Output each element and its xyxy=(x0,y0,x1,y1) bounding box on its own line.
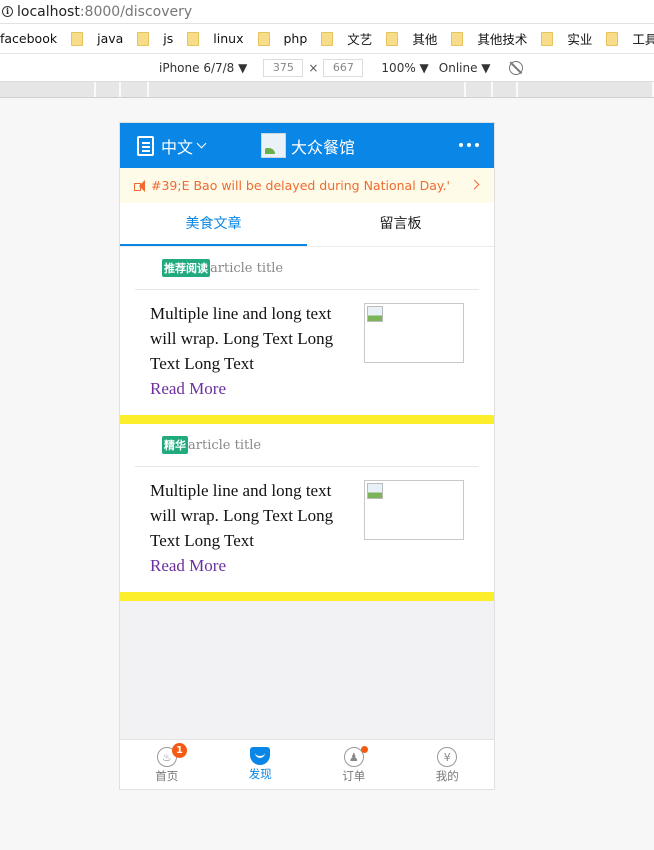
tab-label: 订单 xyxy=(342,769,366,783)
article-text: Multiple line and long text will wrap. L… xyxy=(150,301,359,402)
bookmark-java[interactable]: java xyxy=(71,24,137,53)
read-more-link[interactable]: Read More xyxy=(150,553,359,578)
tab-food-articles[interactable]: 美食文章 xyxy=(120,203,307,246)
width-input[interactable]: 375 xyxy=(263,58,304,77)
bookmark-facebook[interactable]: facebook xyxy=(0,24,71,53)
article-card[interactable]: 推荐阅读 article title Multiple line and lon… xyxy=(120,247,494,424)
tab-label: 我的 xyxy=(435,769,459,783)
bookmark-shiye[interactable]: 实业 xyxy=(541,24,606,53)
folder-icon xyxy=(451,31,464,46)
brand: 大众餐馆 xyxy=(261,133,355,158)
more-icon[interactable] xyxy=(459,143,479,147)
bookmarks-bar: facebook java js linux php 文艺 其他 其他技术 实业… xyxy=(0,24,654,54)
ruler-segment[interactable] xyxy=(149,82,466,97)
ruler-segment[interactable] xyxy=(121,82,149,97)
device-toolbar: iPhone 6/7/8 ▼ 375 × 667 100% ▼ Online ▼ xyxy=(0,54,654,82)
media-query-ruler xyxy=(0,82,654,98)
tab-discover[interactable]: 发现 xyxy=(214,740,308,789)
info-icon[interactable]: i xyxy=(2,6,13,17)
folder-icon xyxy=(71,31,84,46)
logo-image xyxy=(261,133,286,158)
article-tag: 精华 xyxy=(162,436,188,454)
bookmark-wenyi[interactable]: 文艺 xyxy=(321,24,386,53)
notice-bar[interactable]: #39;E Bao will be delayed during Nationa… xyxy=(120,168,494,203)
device-select[interactable]: iPhone 6/7/8 ▼ xyxy=(159,61,247,75)
document-icon[interactable] xyxy=(137,135,154,156)
bookmark-qita[interactable]: 其他 xyxy=(386,24,451,53)
article-image[interactable] xyxy=(364,480,464,540)
ruler-segment[interactable] xyxy=(493,82,518,97)
read-more-link[interactable]: Read More xyxy=(150,376,359,401)
folder-icon xyxy=(386,31,399,46)
rotate-icon[interactable] xyxy=(508,60,523,75)
yen-icon: ¥ xyxy=(437,747,458,767)
language-select[interactable]: 中文 xyxy=(161,134,193,158)
notification-badge: 1 xyxy=(172,743,187,758)
notice-text: #39;E Bao will be delayed during Nationa… xyxy=(151,178,450,193)
article-title[interactable]: article title xyxy=(210,261,283,276)
article-card[interactable]: 精华 article title Multiple line and long … xyxy=(120,424,494,601)
height-input[interactable]: 667 xyxy=(323,58,364,77)
bookmark-linux[interactable]: linux xyxy=(187,24,257,53)
article-title[interactable]: article title xyxy=(188,438,261,453)
address-bar[interactable]: i localhost:8000/discovery xyxy=(0,0,654,24)
article-header: 精华 article title xyxy=(135,424,479,467)
chevron-down-icon[interactable] xyxy=(196,138,207,149)
article-header: 推荐阅读 article title xyxy=(135,247,479,290)
article-tag: 推荐阅读 xyxy=(162,259,210,277)
ruler-segment[interactable] xyxy=(518,82,654,97)
article-body: Multiple line and long text will wrap. L… xyxy=(120,467,494,592)
zoom-select[interactable]: 100% ▼ xyxy=(381,61,428,75)
article-summary: Multiple line and long text will wrap. L… xyxy=(150,481,334,550)
bottom-tab-bar: ♨ 首页 1 发现 ♟ 订单 ¥ 我的 xyxy=(120,739,494,789)
tab-message-board[interactable]: 留言板 xyxy=(307,203,494,246)
article-image[interactable] xyxy=(364,303,464,363)
ruler-segment[interactable] xyxy=(466,82,493,97)
dimension-separator: × xyxy=(308,60,319,75)
unread-dot xyxy=(361,746,368,753)
bookmark-php[interactable]: php xyxy=(257,24,322,53)
bookmark-gongju[interactable]: 工具 xyxy=(606,24,654,53)
network-select[interactable]: Online ▼ xyxy=(439,61,491,75)
article-text: Multiple line and long text will wrap. L… xyxy=(150,478,359,579)
app-title: 大众餐馆 xyxy=(291,137,356,157)
article-body: Multiple line and long text will wrap. L… xyxy=(120,290,494,415)
tab-home[interactable]: ♨ 首页 1 xyxy=(120,740,214,789)
ruler-segment[interactable] xyxy=(96,82,121,97)
url-path: :8000/discovery xyxy=(79,3,193,20)
bookmark-js[interactable]: js xyxy=(137,24,187,53)
folder-icon xyxy=(606,31,619,46)
chevron-right-icon[interactable] xyxy=(469,179,480,190)
folder-icon xyxy=(257,31,270,46)
tab-mine[interactable]: ¥ 我的 xyxy=(401,740,495,789)
speaker-icon xyxy=(134,179,150,193)
tab-label: 发现 xyxy=(248,767,272,781)
tab-orders[interactable]: ♟ 订单 xyxy=(307,740,401,789)
folder-icon xyxy=(137,31,150,46)
folder-icon xyxy=(187,31,200,46)
folder-icon xyxy=(321,31,334,46)
phone-viewport: 中文 大众餐馆 #39;E Bao will be delayed during… xyxy=(119,122,495,790)
app-header: 中文 大众餐馆 xyxy=(120,123,494,168)
tab-label: 首页 xyxy=(155,769,179,783)
bookmark-qitajishu[interactable]: 其他技术 xyxy=(451,24,541,53)
ruler-segment[interactable] xyxy=(0,82,96,97)
discover-icon xyxy=(250,747,271,765)
article-summary: Multiple line and long text will wrap. L… xyxy=(150,304,334,373)
tabs: 美食文章 留言板 xyxy=(120,203,494,247)
url-host: localhost xyxy=(17,3,80,20)
folder-icon xyxy=(541,31,554,46)
